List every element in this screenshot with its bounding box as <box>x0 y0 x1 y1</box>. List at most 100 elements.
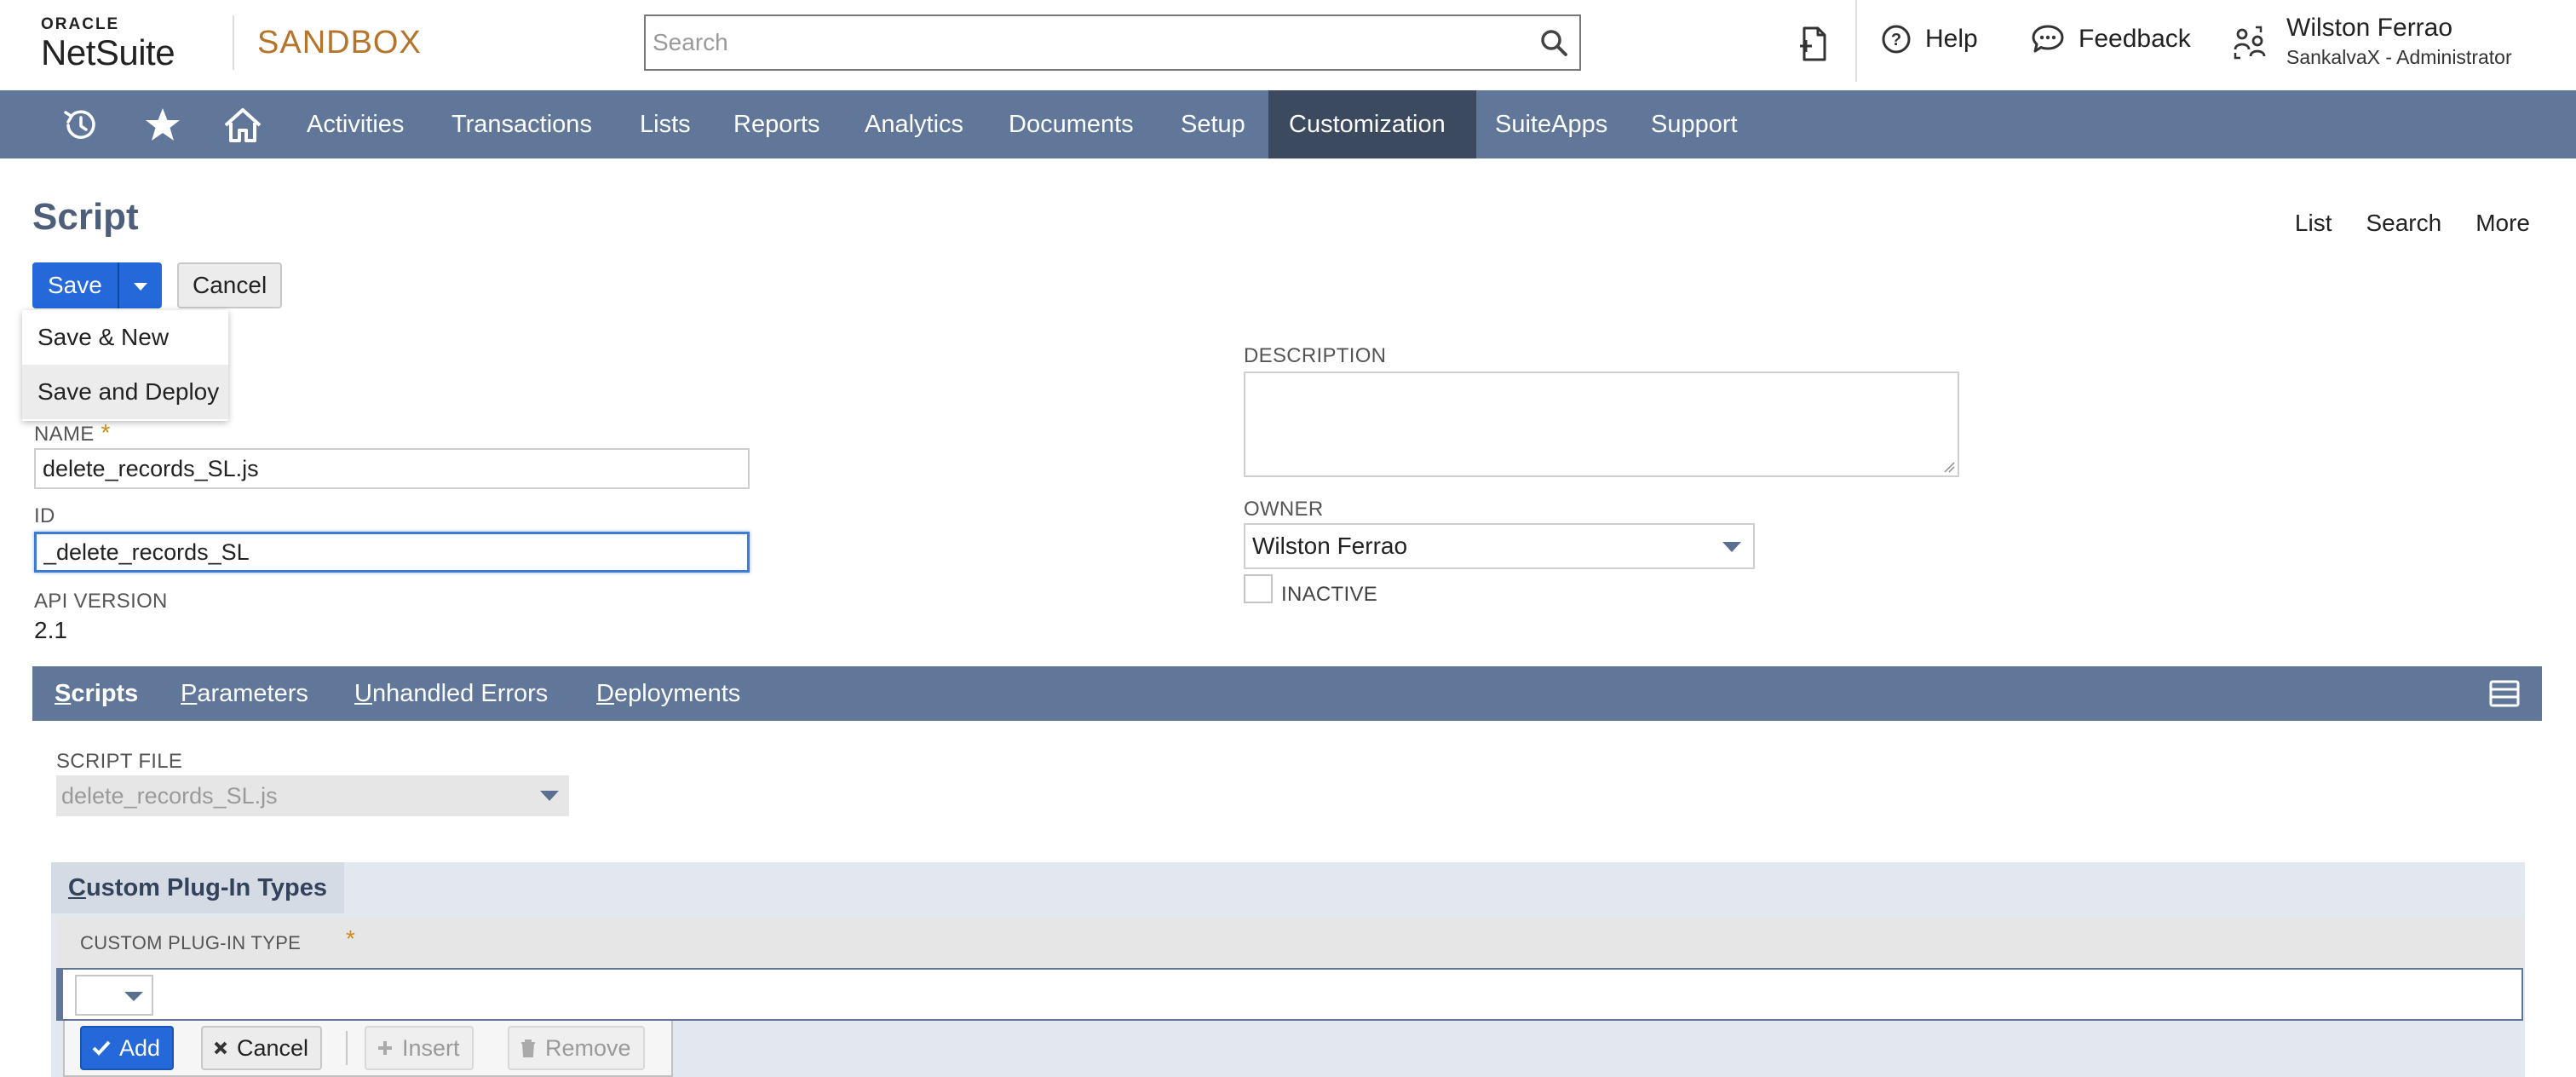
row-actions: Add Cancel Insert Remove <box>63 1021 673 1077</box>
actions-divider <box>346 1031 348 1065</box>
nav-support[interactable]: Support <box>1630 90 1758 158</box>
plus-icon <box>378 1041 392 1055</box>
tab-parameters-rest: arameters <box>197 680 308 707</box>
tab-scripts[interactable]: Scripts <box>55 666 138 721</box>
page-links: List Search More <box>2295 210 2530 237</box>
nav-suiteapps[interactable]: SuiteApps <box>1475 90 1628 158</box>
cpt-tab-key: C <box>68 874 86 901</box>
help-link[interactable]: ? Help <box>1881 24 1978 55</box>
nav-reports[interactable]: Reports <box>713 90 841 158</box>
svg-text:?: ? <box>1891 31 1901 49</box>
cancel-row-button[interactable]: Cancel <box>201 1026 323 1070</box>
api-version-label: API VERSION <box>34 590 168 613</box>
tab-deployments-rest: eployments <box>613 680 741 707</box>
tab-scripts-rest: cripts <box>71 680 139 707</box>
tab-custom-plugin-types[interactable]: Custom Plug-In Types <box>51 862 344 913</box>
search-icon[interactable] <box>1538 27 1569 58</box>
chevron-down-icon <box>124 992 143 1001</box>
custom-plugin-type-select[interactable] <box>75 975 153 1016</box>
cpt-tab-rest: ustom Plug-In Types <box>85 874 327 901</box>
resize-grip-icon[interactable] <box>1943 461 1955 473</box>
feedback-link[interactable]: Feedback <box>2031 24 2191 55</box>
nav-analytics[interactable]: Analytics <box>844 90 984 158</box>
tab-parameters[interactable]: Parameters <box>181 666 308 721</box>
required-marker: * <box>346 925 355 952</box>
remove-row-label: Remove <box>545 1035 631 1061</box>
insert-row-button: Insert <box>365 1026 474 1070</box>
page-title: Script <box>32 196 139 238</box>
name-field-label: NAME * <box>34 419 111 446</box>
tab-deployments-key: D <box>596 680 614 707</box>
nav-lists[interactable]: Lists <box>619 90 711 158</box>
api-version-value: 2.1 <box>34 617 67 643</box>
header-separator <box>1855 0 1857 82</box>
main-nav: Activities Transactions Lists Reports An… <box>0 90 2576 158</box>
add-row-label: Add <box>119 1035 161 1061</box>
description-label: DESCRIPTION <box>1244 344 1387 367</box>
cancel-button[interactable]: Cancel <box>177 262 283 308</box>
star-icon[interactable] <box>143 106 182 145</box>
check-icon <box>92 1040 111 1056</box>
recent-records-icon[interactable] <box>61 106 101 145</box>
nav-documents[interactable]: Documents <box>988 90 1154 158</box>
search-input[interactable] <box>647 18 1499 67</box>
tab-scripts-key: S <box>55 680 72 707</box>
logo-divider <box>233 15 234 70</box>
subtab-bar: Scripts Parameters Unhandled Errors Depl… <box>32 666 2542 721</box>
chevron-down-icon <box>540 791 559 801</box>
nav-transactions[interactable]: Transactions <box>431 90 612 158</box>
add-row-button[interactable]: Add <box>80 1026 175 1070</box>
custom-plugin-column-header: CUSTOM PLUG-IN TYPE * <box>56 917 2523 968</box>
insert-row-label: Insert <box>402 1035 460 1061</box>
description-field[interactable] <box>1244 371 1959 477</box>
menu-item-save-and-new[interactable]: Save & New <box>22 310 228 365</box>
owner-label: OWNER <box>1244 498 1324 521</box>
nav-activities[interactable]: Activities <box>286 90 424 158</box>
script-file-label: SCRIPT FILE <box>56 750 183 773</box>
more-link[interactable]: More <box>2475 210 2530 237</box>
help-icon: ? <box>1882 25 1911 54</box>
list-link[interactable]: List <box>2295 210 2332 237</box>
chevron-down-icon <box>1722 542 1741 552</box>
id-field-label: ID <box>34 504 55 527</box>
owner-select[interactable]: Wilston Ferrao <box>1244 523 1755 569</box>
nav-setup[interactable]: Setup <box>1160 90 1266 158</box>
user-role: SankalvaX - Administrator <box>2286 46 2512 68</box>
menu-item-save-and-deploy[interactable]: Save and Deploy <box>22 365 228 419</box>
owner-value: Wilston Ferrao <box>1252 533 1408 559</box>
new-record-icon[interactable] <box>1797 26 1831 63</box>
name-label-text: NAME <box>34 423 95 446</box>
feedback-icon <box>2032 25 2064 53</box>
global-search[interactable] <box>644 14 1581 71</box>
logo-oracle-text: ORACLE <box>41 15 120 33</box>
tab-parameters-key: P <box>181 680 198 707</box>
save-options-menu: Save & New Save and Deploy <box>22 310 228 421</box>
tab-deployments[interactable]: Deployments <box>596 666 740 721</box>
nav-customization[interactable]: Customization <box>1268 90 1476 158</box>
save-menu-arrow[interactable] <box>118 262 162 308</box>
name-field[interactable] <box>34 448 750 489</box>
inactive-checkbox[interactable] <box>1244 574 1273 603</box>
top-header: ORACLE NetSuite SANDBOX ? Help Feedback <box>0 0 2576 90</box>
logo-netsuite-text: NetSuite <box>41 32 175 72</box>
feedback-label: Feedback <box>2079 25 2191 53</box>
home-icon[interactable] <box>223 106 262 145</box>
tab-layout-icon[interactable] <box>2489 680 2520 707</box>
close-icon <box>214 1041 227 1055</box>
custom-plugin-type-header: CUSTOM PLUG-IN TYPE <box>80 932 302 953</box>
custom-plugin-edit-row <box>56 968 2523 1021</box>
id-field[interactable] <box>34 532 750 573</box>
inactive-label: INACTIVE <box>1281 583 1378 606</box>
role-switch-icon <box>2234 26 2266 60</box>
save-button[interactable]: Save <box>32 262 119 308</box>
tab-unhandled-rest: nhandled Errors <box>371 680 549 707</box>
tab-unhandled-key: U <box>354 680 372 707</box>
tab-unhandled-errors[interactable]: Unhandled Errors <box>354 666 548 721</box>
search-link[interactable]: Search <box>2366 210 2441 237</box>
netsuite-logo[interactable]: ORACLE NetSuite <box>41 15 175 72</box>
cancel-row-label: Cancel <box>237 1035 309 1061</box>
save-split-button[interactable]: Save <box>32 262 162 308</box>
required-marker: * <box>101 419 111 446</box>
script-file-select: delete_records_SL.js <box>56 775 569 816</box>
script-file-value: delete_records_SL.js <box>61 783 278 809</box>
